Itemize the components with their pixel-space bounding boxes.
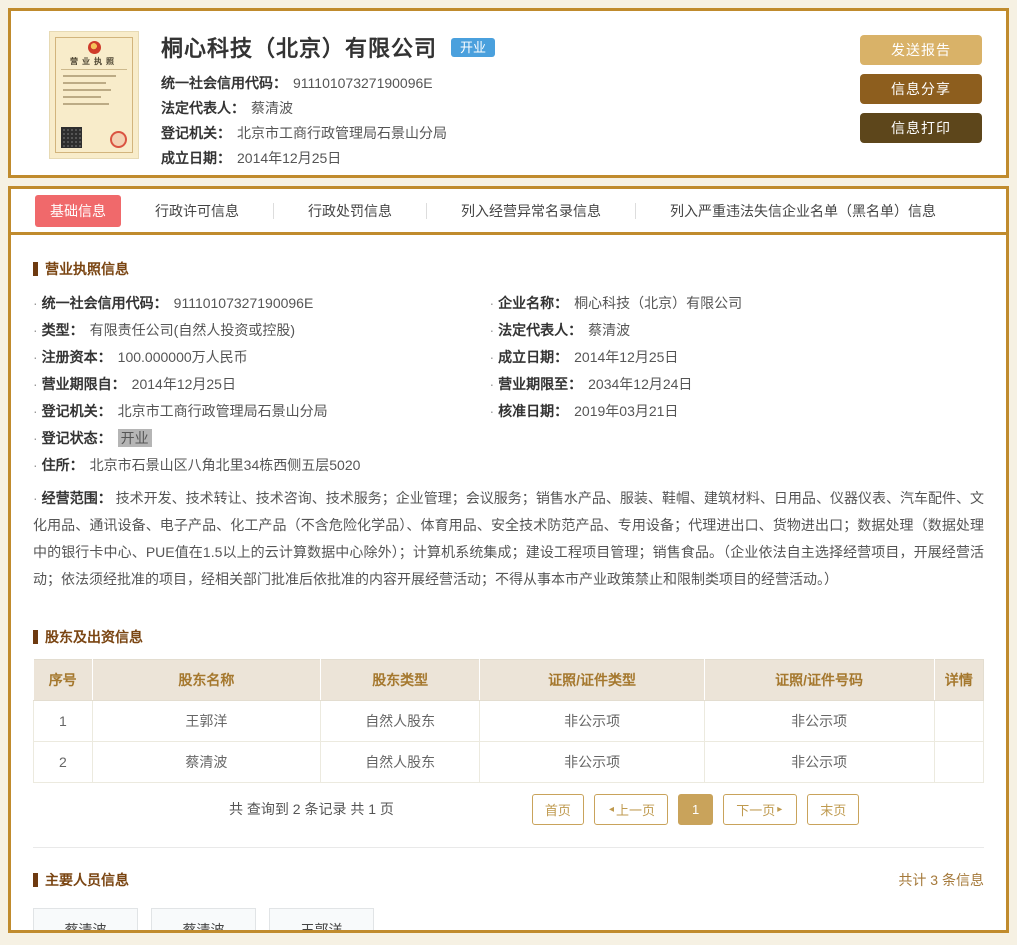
key-people-section-title: 主要人员信息 [33, 870, 129, 890]
header-actions: 发送报告 信息分享 信息打印 [860, 29, 984, 161]
status-badge: 开业 [451, 37, 496, 57]
shareholders-section-title: 股东及出资信息 [33, 627, 984, 647]
company-name: 桐心科技（北京）有限公司 [161, 36, 438, 61]
field-legal-rep: · 法定代表人： 蔡清波 [489, 322, 631, 338]
field-reg-capital: · 注册资本： 100.000000万人民币 [33, 349, 248, 365]
header-field-legal-rep: 法定代表人： 蔡清波 [161, 100, 293, 116]
person-name: 蔡清波 [182, 922, 225, 933]
tab-divider [273, 202, 274, 219]
field-approval-date: · 核准日期： 2019年03月21日 [489, 403, 679, 419]
col-cert-no: 证照/证件号码 [704, 659, 935, 701]
info-print-button[interactable]: 信息打印 [860, 113, 982, 143]
col-cert-type: 证照/证件类型 [479, 659, 705, 701]
license-fields: · 统一社会信用代码： 91110107327190096E · 类型： 有限责任公司(… [33, 295, 984, 484]
col-sh-type: 股东类型 [320, 659, 481, 701]
tab-admin-license[interactable]: 行政许可信息 [155, 195, 239, 227]
col-detail: 详情 [934, 659, 985, 701]
record-count-text: 共 查询到 2 条记录 共 1 页 [229, 801, 394, 817]
next-arrow-icon: ▸ [777, 803, 783, 815]
person-card[interactable]: 王郭洋 监事 [269, 908, 374, 933]
license-inner-border: 营业执照 [55, 37, 133, 153]
tab-abnormal-list[interactable]: 列入经营异常名录信息 [461, 195, 601, 227]
table-row: 2 蔡清波 自然人股东 非公示项 非公示项 [33, 741, 985, 783]
field-reg-authority: · 登记机关： 北京市工商行政管理局石景山分局 [33, 403, 328, 419]
tab-divider [635, 202, 636, 219]
detail-panel: 基础信息 行政许可信息 行政处罚信息 列入经营异常名录信息 列入严重违法失信企业… [8, 186, 1009, 933]
field-company-type: · 类型： 有限责任公司(自然人投资或控股) [33, 322, 295, 338]
section-marker-icon [33, 262, 38, 276]
people-count-text: 共计 3 条信息 [898, 872, 984, 888]
license-section-title: 营业执照信息 [33, 259, 984, 279]
prev-arrow-icon: ◂ [608, 803, 614, 815]
last-page-button[interactable]: 末页 [807, 793, 860, 825]
header-field-reg-authority: 登记机关： 北京市工商行政管理局石景山分局 [161, 125, 447, 141]
section-marker-icon [33, 873, 38, 887]
red-seal-icon [110, 131, 127, 148]
business-license-image: 营业执照 [49, 31, 139, 159]
company-summary: 桐心科技（北京）有限公司 开业 统一社会信用代码： 911101073271900… [139, 29, 860, 166]
field-address: · 住所： 北京市石景山区八角北里34栋西侧五层5020 [33, 457, 361, 473]
col-sh-name: 股东名称 [92, 659, 321, 701]
table-header-row: 序号 股东名称 股东类型 证照/证件类型 证照/证件号码 详情 [33, 659, 985, 701]
header-field-establish-date: 成立日期： 2014年12月25日 [161, 150, 342, 166]
tab-bar: 基础信息 行政许可信息 行政处罚信息 列入经营异常名录信息 列入严重违法失信企业… [11, 189, 1006, 235]
field-credit-code: · 统一社会信用代码： 91110107327190096E [33, 295, 314, 311]
person-name: 蔡清波 [64, 922, 107, 933]
company-header-panel: 营业执照 桐心科技（北京）有限公司 开业 统一社会信用代码： 9111010732… [8, 8, 1009, 178]
next-page-button[interactable]: 下一页 ▸ [723, 793, 798, 825]
send-report-button[interactable]: 发送报告 [860, 35, 982, 65]
info-share-button[interactable]: 信息分享 [860, 74, 982, 104]
pagination-bar: 共 查询到 2 条记录 共 1 页 首页 ◂ 上一页 1 下一页 ▸ 末页 [33, 783, 984, 835]
field-establish-date: · 成立日期： 2014年12月25日 [489, 349, 679, 365]
field-term-from: · 营业期限自： 2014年12月25日 [33, 376, 236, 392]
field-business-scope: · 经营范围： 技术开发、技术转让、技术咨询、技术服务；企业管理；会议服务；销售水… [33, 490, 985, 587]
prev-page-button[interactable]: ◂ 上一页 [593, 793, 668, 825]
tab-admin-penalty[interactable]: 行政处罚信息 [308, 195, 392, 227]
header-field-credit-code: 统一社会信用代码： 91110107327190096E [161, 75, 433, 91]
person-name: 王郭洋 [300, 922, 343, 933]
qr-code-icon [61, 127, 82, 148]
table-row: 1 王郭洋 自然人股东 非公示项 非公示项 [33, 700, 985, 742]
field-term-to: · 营业期限至： 2034年12月24日 [489, 376, 693, 392]
license-image-title: 营业执照 [61, 56, 127, 70]
person-card[interactable]: 蔡清波 经理 [33, 908, 138, 933]
current-page-button[interactable]: 1 [677, 793, 714, 825]
reg-status-highlight: 开业 [117, 429, 152, 447]
shareholders-table: 序号 股东名称 股东类型 证照/证件类型 证照/证件号码 详情 1 王郭洋 自然… [33, 659, 985, 783]
tab-divider [426, 202, 427, 219]
tab-blacklist[interactable]: 列入严重违法失信企业名单（黑名单）信息 [670, 195, 936, 227]
col-index: 序号 [33, 659, 93, 701]
field-reg-status: · 登记状态： 开业 [33, 429, 489, 447]
tab-basic-info[interactable]: 基础信息 [35, 194, 121, 227]
key-people-section: 主要人员信息 共计 3 条信息 蔡清波 经理 蔡清波 执行董事 王郭洋 监事 [33, 847, 984, 933]
field-company-name: · 企业名称： 桐心科技（北京）有限公司 [489, 295, 743, 311]
national-emblem-icon [87, 41, 101, 54]
person-card[interactable]: 蔡清波 执行董事 [151, 908, 256, 933]
first-page-button[interactable]: 首页 [531, 793, 584, 825]
section-marker-icon [33, 630, 38, 644]
